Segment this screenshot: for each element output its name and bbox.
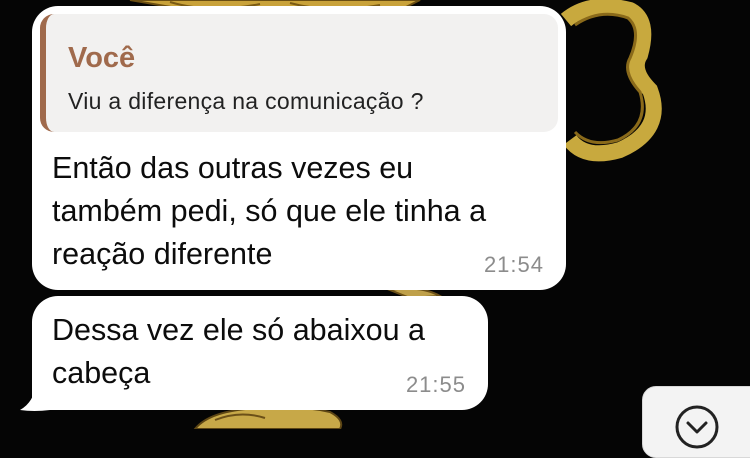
reply-author: Você (68, 42, 136, 74)
message-bubble-incoming[interactable]: Você Viu a diferença na comunicação ? En… (32, 6, 566, 290)
wallpaper-ornament-right (560, 0, 662, 162)
scroll-to-bottom-button[interactable] (642, 386, 750, 458)
chevron-down-circle-icon (675, 405, 719, 449)
message-timestamp: 21:55 (405, 372, 466, 397)
reply-quote[interactable]: Você Viu a diferença na comunicação ? (40, 14, 558, 132)
message-timestamp: 21:54 (483, 252, 544, 277)
wallpaper-ornament-bottom (193, 406, 343, 429)
reply-text: Viu a diferença na comunicação ? (68, 88, 424, 114)
message-bubble-incoming[interactable]: Dessa vez ele só abaixou a cabeça 21:55 (32, 296, 488, 410)
message-text: Então das outras vezes eu também pedi, s… (52, 151, 487, 271)
